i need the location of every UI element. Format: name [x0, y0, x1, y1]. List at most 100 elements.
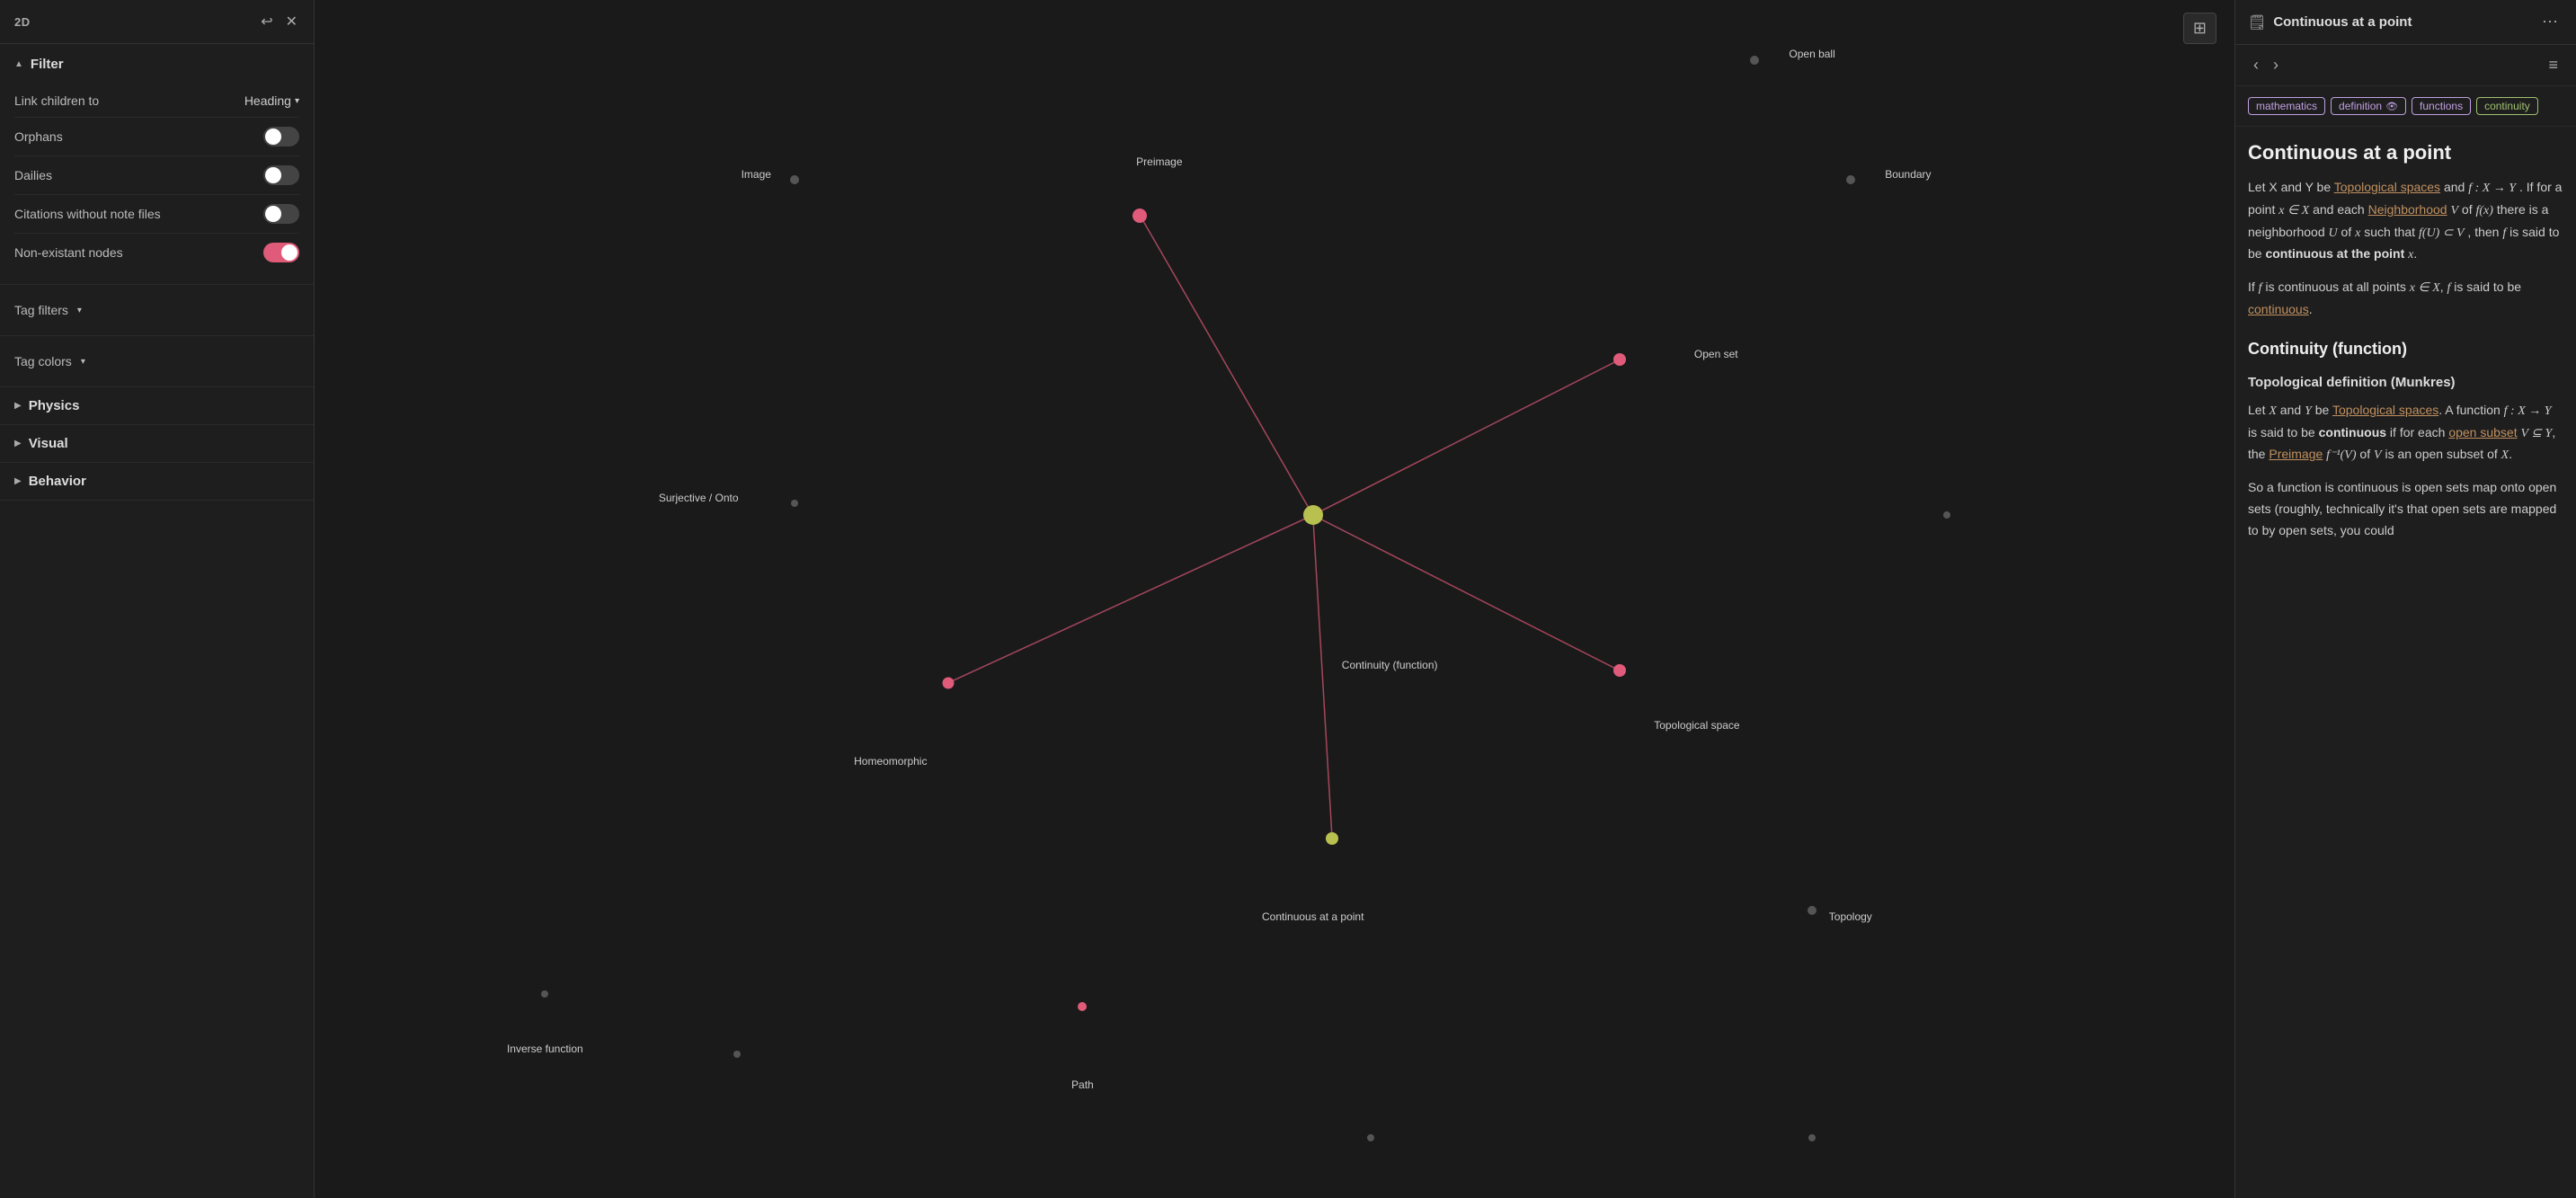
tag-filters-row[interactable]: Tag filters ▾ [14, 296, 299, 324]
tag-filters-chevron-icon: ▾ [77, 306, 82, 315]
graph-area[interactable]: ⊞ Continuity (function)PreimageOpen setT… [315, 0, 2234, 1198]
graph-node-open_set[interactable] [1613, 353, 1626, 366]
non-existant-label: Non-existant nodes [14, 245, 123, 260]
visual-chevron-icon: ▶ [14, 439, 22, 448]
graph-node-topological_space[interactable] [1613, 664, 1626, 677]
orphans-toggle[interactable] [263, 127, 299, 146]
link-children-chevron-icon: ▾ [295, 96, 299, 106]
nav-forward-button[interactable]: › [2268, 52, 2284, 78]
physics-header[interactable]: ▶ Physics [14, 398, 299, 413]
graph-node-surjective[interactable] [791, 500, 798, 507]
physics-title: Physics [29, 398, 80, 413]
link-children-value-text: Heading [244, 93, 291, 108]
graph-node-label-path: Path [1071, 1078, 1094, 1091]
graph-node-open_ball[interactable] [1750, 56, 1759, 65]
graph-node-path[interactable] [1078, 1002, 1087, 1011]
citations-row: Citations without note files [14, 195, 299, 234]
tag-mathematics[interactable]: mathematics [2248, 97, 2325, 115]
close-icon: ✕ [286, 13, 298, 31]
graph-node-homeomorphic[interactable] [942, 677, 954, 688]
graph-node-bottom2[interactable] [1808, 1134, 1816, 1141]
open-subset-link[interactable]: open subset [2448, 425, 2517, 439]
panel-title: 2D [14, 15, 31, 29]
graph-node-c[interactable] [1943, 511, 1950, 519]
neighborhood-link[interactable]: Neighborhood [2368, 202, 2447, 217]
graph-node-topology[interactable] [1808, 906, 1817, 915]
physics-section: ▶ Physics [0, 387, 314, 425]
citations-toggle[interactable] [263, 204, 299, 224]
topological-spaces-link-1[interactable]: Topological spaces [2334, 180, 2440, 194]
non-existant-toggle[interactable] [263, 243, 299, 262]
panel-header-left: 2D [14, 15, 31, 29]
behavior-header[interactable]: ▶ Behavior [14, 474, 299, 489]
graph-node-label-open_ball: Open ball [1789, 48, 1834, 60]
right-header-left: 🗒 Continuous at a point [2248, 13, 2412, 31]
topological-spaces-link-2[interactable]: Topological spaces [2332, 403, 2438, 417]
graph-node-ba[interactable] [733, 1051, 741, 1058]
content-main-title: Continuous at a point [2248, 141, 2563, 164]
section2-title: Continuity (function) [2248, 335, 2563, 363]
filter-section: ▲ Filter Link children to Heading ▾ Orph… [0, 44, 314, 285]
tag-colors-chevron-icon: ▾ [81, 357, 85, 367]
right-nav-row: ‹ › ≡ [2235, 45, 2576, 86]
undo-button[interactable]: ↩ [259, 11, 274, 32]
right-panel-title: Continuous at a point [2273, 14, 2412, 30]
behavior-chevron-icon: ▶ [14, 476, 22, 486]
graph-node-label-topological_space: Topological space [1654, 719, 1739, 732]
bold-continuous: continuous [2319, 425, 2386, 439]
physics-chevron-icon: ▶ [14, 401, 22, 411]
undo-icon: ↩ [261, 13, 272, 31]
graph-node-label-continuous_at_point: Continuous at a point [1262, 910, 1364, 923]
dailies-row: Dailies [14, 156, 299, 195]
close-button[interactable]: ✕ [284, 11, 299, 32]
tag-continuity[interactable]: continuity [2476, 97, 2538, 115]
continuous-link[interactable]: continuous [2248, 302, 2309, 316]
content-para-4: So a function is continuous is open sets… [2248, 477, 2563, 541]
graph-node-inverse_fn[interactable] [541, 990, 548, 998]
nav-back-button[interactable]: ‹ [2248, 52, 2264, 78]
filter-chevron-icon: ▲ [14, 59, 23, 69]
tag-functions[interactable]: functions [2412, 97, 2471, 115]
tag-colors-section: Tag colors ▾ [0, 336, 314, 387]
tag-definition[interactable]: definition 👁 [2331, 97, 2406, 115]
graph-node-label-center: Continuity (function) [1342, 659, 1438, 671]
dailies-toggle[interactable] [263, 165, 299, 185]
graph-node-preimage[interactable] [1133, 209, 1147, 223]
tag-definition-text: definition [2339, 100, 2382, 112]
content-para-3: Let X and Y be Topological spaces. A fun… [2248, 400, 2563, 466]
content-body: Let X and Y be Topological spaces and f … [2248, 177, 2563, 542]
preimage-link[interactable]: Preimage [2269, 447, 2323, 461]
graph-node-boundary[interactable] [1846, 175, 1855, 184]
graph-node-label-boundary: Boundary [1885, 168, 1931, 181]
link-children-value[interactable]: Heading ▾ [244, 93, 299, 108]
visual-title: Visual [29, 436, 68, 451]
graph-node-continuous_at_point[interactable] [1326, 832, 1338, 845]
tag-colors-row[interactable]: Tag colors ▾ [14, 347, 299, 376]
more-options-button[interactable]: ⋯ [2536, 9, 2563, 35]
orphans-label: Orphans [14, 129, 63, 144]
tags-row: mathematics definition 👁 functions conti… [2235, 86, 2576, 127]
graph-node-bottom1[interactable] [1367, 1134, 1374, 1141]
eye-icon: 👁 [2385, 101, 2398, 112]
graph-node-label-image: Image [742, 168, 771, 181]
graph-node-image[interactable] [790, 175, 799, 184]
graph-svg [315, 0, 2234, 1198]
behavior-title: Behavior [29, 474, 86, 489]
graph-node-label-open_set: Open set [1694, 348, 1738, 360]
graph-node-center[interactable] [1303, 505, 1323, 525]
visual-header[interactable]: ▶ Visual [14, 436, 299, 451]
bold-continuous-point: continuous at the point [2265, 246, 2404, 261]
doc-icon: 🗒 [2248, 13, 2266, 31]
link-children-label: Link children to [14, 93, 99, 108]
graph-node-label-topology: Topology [1829, 910, 1872, 923]
filter-section-header[interactable]: ▲ Filter [14, 57, 299, 72]
right-panel: 🗒 Continuous at a point ⋯ ‹ › ≡ mathemat… [2234, 0, 2576, 1198]
right-content: Continuous at a point Let X and Y be Top… [2235, 127, 2576, 1198]
list-view-button[interactable]: ≡ [2543, 52, 2563, 78]
tag-filters-section: Tag filters ▾ [0, 285, 314, 336]
orphans-row: Orphans [14, 118, 299, 156]
content-para-1: Let X and Y be Topological spaces and f … [2248, 177, 2563, 266]
subsection-title: Topological definition (Munkres) [2248, 371, 2563, 395]
layout-toggle-button[interactable]: ⊞ [2183, 13, 2216, 44]
graph-node-label-surjective: Surjective / Onto [659, 492, 739, 504]
